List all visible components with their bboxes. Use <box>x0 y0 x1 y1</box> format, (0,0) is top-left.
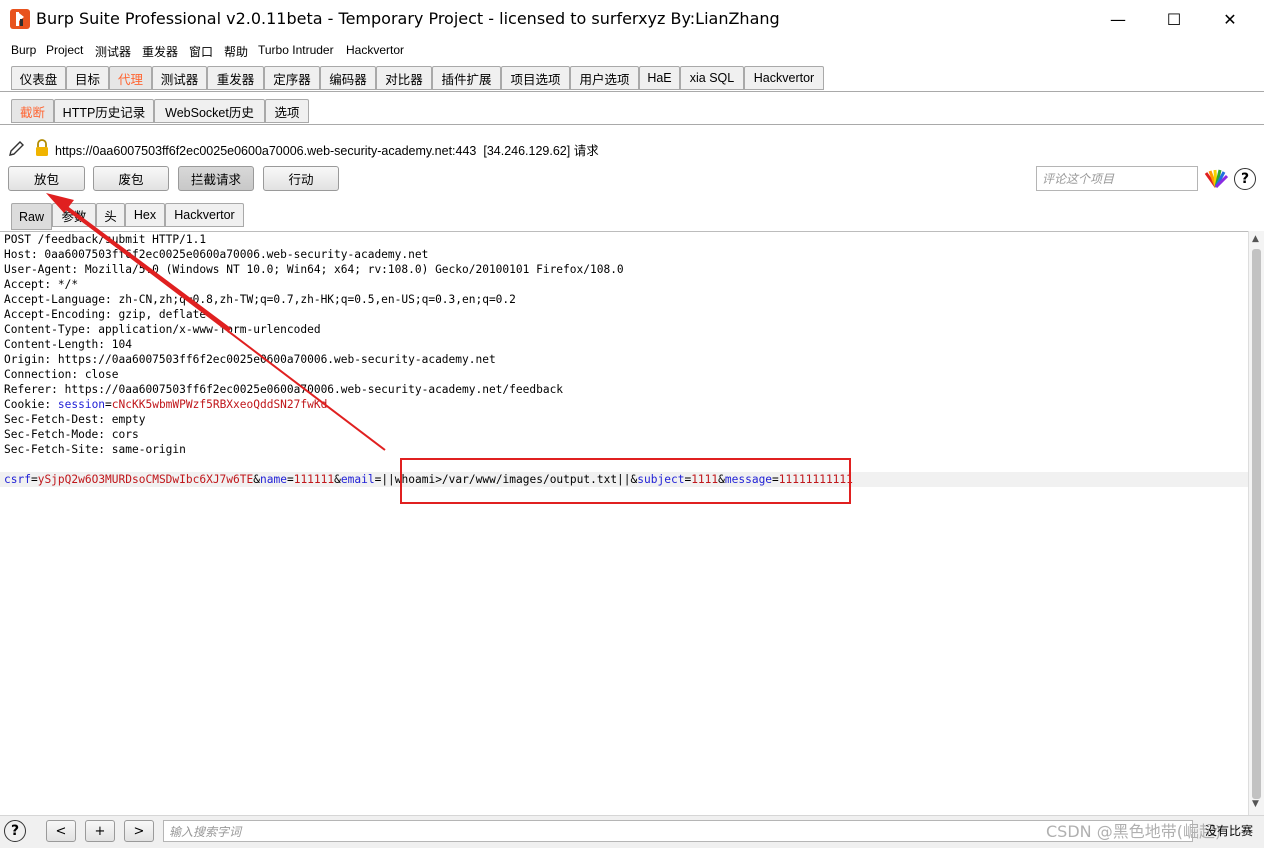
csdn-watermark: CSDN @黑色地带(崛起) <box>1046 822 1222 841</box>
search-help-icon[interactable]: ? <box>4 820 26 842</box>
match-count: 没有比赛 <box>1205 824 1254 838</box>
search-add-button[interactable]: + <box>85 820 115 842</box>
search-next-button[interactable]: > <box>124 820 154 842</box>
search-prev-button[interactable]: < <box>46 820 76 842</box>
annotation-arrow-icon <box>46 193 386 451</box>
search-input[interactable]: 输入搜索字词 <box>163 820 1193 842</box>
